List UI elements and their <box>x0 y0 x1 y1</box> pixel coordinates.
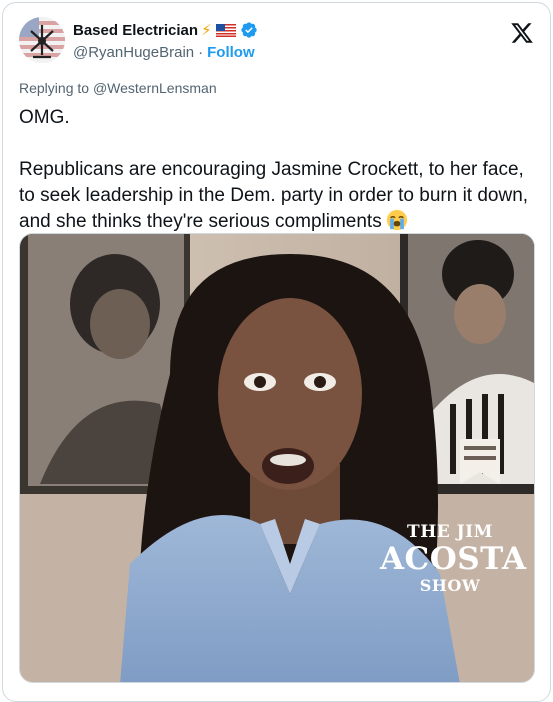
video-frame-image <box>20 234 534 682</box>
author-avatar[interactable] <box>19 17 65 63</box>
replying-prefix: Replying to <box>19 80 93 96</box>
replying-to-mention[interactable]: @WesternLensman <box>93 80 217 96</box>
show-title-line3: SHOW <box>419 576 481 595</box>
tweet-card: Based Electrician ⚡ @RyanHugeBrain · Fol… <box>2 2 551 702</box>
author-handle[interactable]: @RyanHugeBrain <box>73 44 194 61</box>
loudly-crying-face-emoji <box>386 209 407 231</box>
tweet-text: OMG. Republicans are encouraging Jasmine… <box>19 105 539 235</box>
lightning-emoji: ⚡ <box>201 22 212 39</box>
tweet-text-line1: OMG. <box>19 107 70 128</box>
show-title-line2: ACOSTA <box>380 541 527 577</box>
tweet-video[interactable]: THE JIM ACOSTA SHOW <box>19 233 535 683</box>
author-display-name[interactable]: Based Electrician <box>73 22 198 39</box>
show-title-overlay: THE JIM ACOSTA SHOW <box>380 522 527 596</box>
replying-to: Replying to @WesternLensman <box>19 80 217 96</box>
separator-dot: · <box>198 43 204 61</box>
avatar-flag-icon <box>19 17 65 63</box>
x-logo-icon[interactable] <box>510 21 534 45</box>
us-flag-icon <box>215 23 236 37</box>
show-title-line1: THE JIM <box>407 522 493 542</box>
tweet-text-line2: Republicans are encouraging Jasmine Croc… <box>19 159 529 232</box>
verified-badge-icon <box>240 22 257 38</box>
tweet-header: Based Electrician ⚡ @RyanHugeBrain · Fol… <box>17 17 536 65</box>
tweet-text-body: Republicans are encouraging Jasmine Croc… <box>19 157 539 235</box>
author-names: Based Electrician ⚡ @RyanHugeBrain · Fol… <box>73 19 258 63</box>
follow-button[interactable]: Follow <box>207 44 255 61</box>
